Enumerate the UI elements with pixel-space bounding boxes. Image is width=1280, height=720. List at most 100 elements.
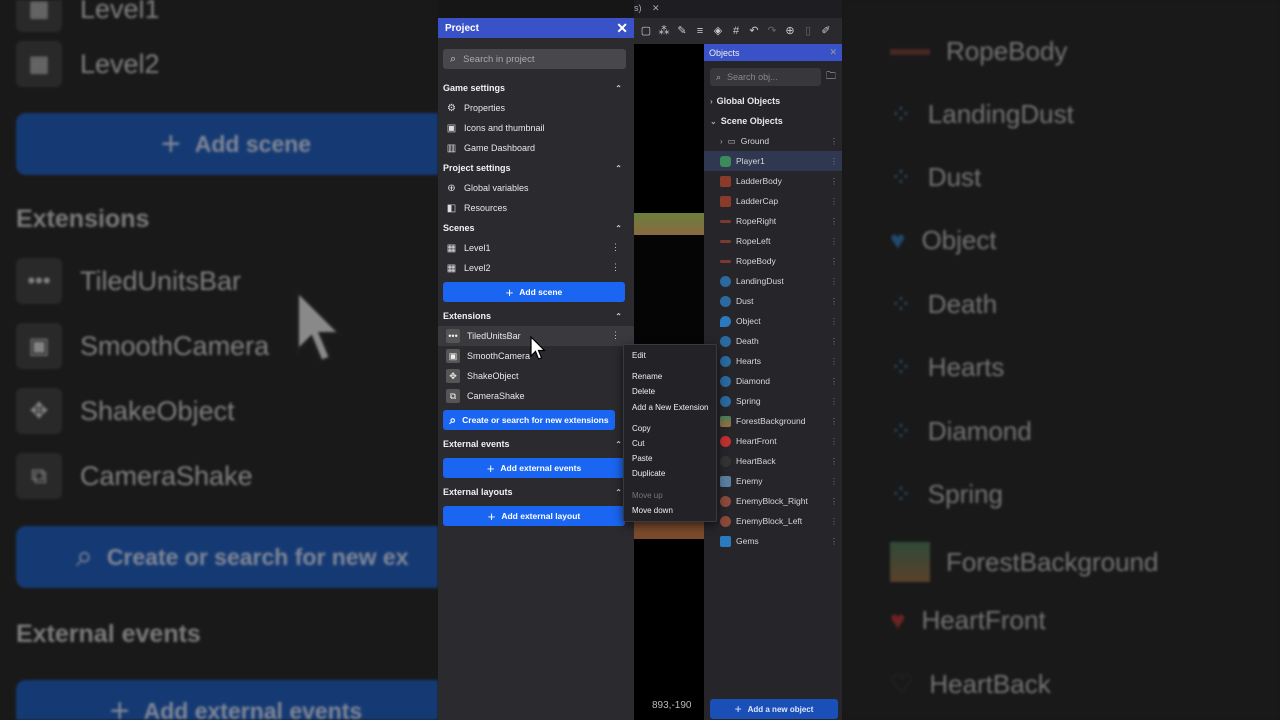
- extension-item-camerashake[interactable]: ⧉ CameraShake: [438, 386, 634, 406]
- game-settings-section[interactable]: Game settings ⌃: [438, 78, 634, 98]
- object-item[interactable]: EnemyBlock_Right ⋮: [704, 491, 842, 511]
- scenes-section[interactable]: Scenes ⌃: [438, 218, 634, 238]
- object-item[interactable]: Dust ⋮: [704, 291, 842, 311]
- extension-item-shakeobject[interactable]: ✥ ShakeObject: [438, 366, 634, 386]
- object-item[interactable]: RopeBody ⋮: [704, 251, 842, 271]
- menu-item-add-new-extension[interactable]: Add a New Extension: [624, 400, 716, 415]
- more-vert-icon[interactable]: ⋮: [830, 177, 838, 186]
- more-vert-icon[interactable]: ⋮: [830, 377, 838, 386]
- chevron-up-icon[interactable]: ⌃: [615, 224, 622, 233]
- more-vert-icon[interactable]: ⋮: [830, 337, 838, 346]
- icons-thumbnail-item[interactable]: ▣ Icons and thumbnail: [438, 118, 634, 138]
- more-vert-icon[interactable]: ⋮: [830, 437, 838, 446]
- chevron-up-icon[interactable]: ⌃: [615, 488, 622, 497]
- more-vert-icon[interactable]: ⋮: [830, 257, 838, 266]
- more-vert-icon[interactable]: ⋮: [830, 417, 838, 426]
- more-vert-icon[interactable]: ⋮: [830, 477, 838, 486]
- object-item[interactable]: Death ⋮: [704, 331, 842, 351]
- object-item[interactable]: LadderBody ⋮: [704, 171, 842, 191]
- object-item[interactable]: HeartFront ⋮: [704, 431, 842, 451]
- zoom-icon[interactable]: ⊕: [784, 25, 796, 37]
- more-vert-icon[interactable]: ⋮: [830, 277, 838, 286]
- object-item[interactable]: Diamond ⋮: [704, 371, 842, 391]
- more-vert-icon[interactable]: ⋮: [830, 217, 838, 226]
- external-layouts-section[interactable]: External layouts ⌃: [438, 482, 634, 502]
- close-icon[interactable]: ✕: [829, 47, 837, 58]
- object-item[interactable]: LadderCap ⋮: [704, 191, 842, 211]
- project-settings-section[interactable]: Project settings ⌃: [438, 158, 634, 178]
- undo-icon[interactable]: ↶: [748, 25, 760, 37]
- more-vert-icon[interactable]: ⋮: [611, 242, 620, 253]
- close-icon[interactable]: ✕: [616, 21, 628, 35]
- object-item[interactable]: EnemyBlock_Left ⋮: [704, 511, 842, 531]
- add-external-layout-button[interactable]: + Add external layout: [443, 506, 625, 526]
- object-item[interactable]: Object ⋮: [704, 311, 842, 331]
- more-vert-icon[interactable]: ⋮: [830, 297, 838, 306]
- redo-icon[interactable]: ↷: [766, 25, 778, 37]
- menu-item-paste[interactable]: Paste: [624, 451, 716, 466]
- objects-icon[interactable]: ⁂: [658, 25, 670, 37]
- resources-item[interactable]: ◧ Resources: [438, 198, 634, 218]
- grid-icon[interactable]: #: [730, 25, 742, 37]
- folder-ground[interactable]: › ▭ Ground ⋮: [704, 131, 842, 151]
- more-vert-icon[interactable]: ⋮: [830, 517, 838, 526]
- game-dashboard-item[interactable]: ▥ Game Dashboard: [438, 138, 634, 158]
- search-extensions-button[interactable]: ⌕ Create or search for new extensions: [443, 410, 615, 430]
- more-vert-icon[interactable]: ⋮: [830, 397, 838, 406]
- menu-item-cut[interactable]: Cut: [624, 436, 716, 451]
- more-vert-icon[interactable]: ⋮: [830, 497, 838, 506]
- chevron-up-icon[interactable]: ⌃: [615, 164, 622, 173]
- close-icon[interactable]: ✕: [652, 3, 660, 13]
- object-item[interactable]: Player1 ⋮: [704, 151, 842, 171]
- more-vert-icon[interactable]: ⋮: [830, 137, 838, 146]
- object-item[interactable]: RopeLeft ⋮: [704, 231, 842, 251]
- more-vert-icon[interactable]: ⋮: [830, 457, 838, 466]
- more-vert-icon[interactable]: ⋮: [830, 357, 838, 366]
- external-events-section[interactable]: External events ⌃: [438, 434, 634, 454]
- edit-properties-icon[interactable]: ✐: [820, 25, 832, 37]
- chevron-up-icon[interactable]: ⌃: [615, 440, 622, 449]
- menu-item-copy[interactable]: Copy: [624, 421, 716, 436]
- scene-item-level1[interactable]: ▦ Level1 ⋮: [438, 238, 634, 258]
- stack-icon[interactable]: ≡: [694, 25, 706, 37]
- object-item[interactable]: Spring ⋮: [704, 391, 842, 411]
- editor-tab[interactable]: s) ✕: [634, 3, 660, 14]
- more-vert-icon[interactable]: ⋮: [830, 197, 838, 206]
- add-scene-button[interactable]: + Add scene: [443, 282, 625, 302]
- more-vert-icon[interactable]: ⋮: [830, 317, 838, 326]
- pencil-icon[interactable]: ✎: [676, 25, 688, 37]
- menu-item-edit[interactable]: Edit: [624, 348, 716, 363]
- add-object-button[interactable]: + Add a new object: [710, 699, 838, 719]
- global-objects-group[interactable]: › Global Objects: [704, 91, 842, 111]
- object-item[interactable]: Enemy ⋮: [704, 471, 842, 491]
- chevron-up-icon[interactable]: ⌃: [615, 312, 622, 321]
- menu-item-duplicate[interactable]: Duplicate: [624, 466, 716, 481]
- scene-item-level2[interactable]: ▦ Level2 ⋮: [438, 258, 634, 278]
- object-item[interactable]: HeartBack ⋮: [704, 451, 842, 471]
- add-external-events-button[interactable]: + Add external events: [443, 458, 625, 478]
- layers-icon[interactable]: ◈: [712, 25, 724, 37]
- object-item[interactable]: ForestBackground ⋮: [704, 411, 842, 431]
- extensions-section[interactable]: Extensions ⌃: [438, 306, 634, 326]
- project-search-input[interactable]: ⌕ Search in project: [443, 49, 626, 69]
- more-vert-icon[interactable]: ⋮: [611, 262, 620, 273]
- object-item[interactable]: Hearts ⋮: [704, 351, 842, 371]
- properties-item[interactable]: ⚙ Properties: [438, 98, 634, 118]
- more-vert-icon[interactable]: ⋮: [830, 157, 838, 166]
- objects-search-input[interactable]: ⌕ Search obj...: [710, 68, 821, 86]
- object-item[interactable]: LandingDust ⋮: [704, 271, 842, 291]
- add-folder-icon[interactable]: 🗀: [826, 69, 836, 86]
- menu-item-rename[interactable]: Rename: [624, 369, 716, 384]
- object-item[interactable]: RopeRight ⋮: [704, 211, 842, 231]
- chevron-up-icon[interactable]: ⌃: [615, 84, 622, 93]
- object-item[interactable]: Gems ⋮: [704, 531, 842, 551]
- more-vert-icon[interactable]: ⋮: [830, 537, 838, 546]
- more-vert-icon[interactable]: ⋮: [830, 237, 838, 246]
- trash-icon[interactable]: ▯: [802, 25, 814, 37]
- frame-icon[interactable]: ▢: [640, 25, 652, 37]
- scene-objects-group[interactable]: ⌄ Scene Objects: [704, 111, 842, 131]
- global-variables-item[interactable]: ⊕ Global variables: [438, 178, 634, 198]
- menu-item-delete[interactable]: Delete: [624, 384, 716, 399]
- menu-item-move-down[interactable]: Move down: [624, 503, 716, 518]
- more-vert-icon[interactable]: ⋮: [611, 330, 620, 341]
